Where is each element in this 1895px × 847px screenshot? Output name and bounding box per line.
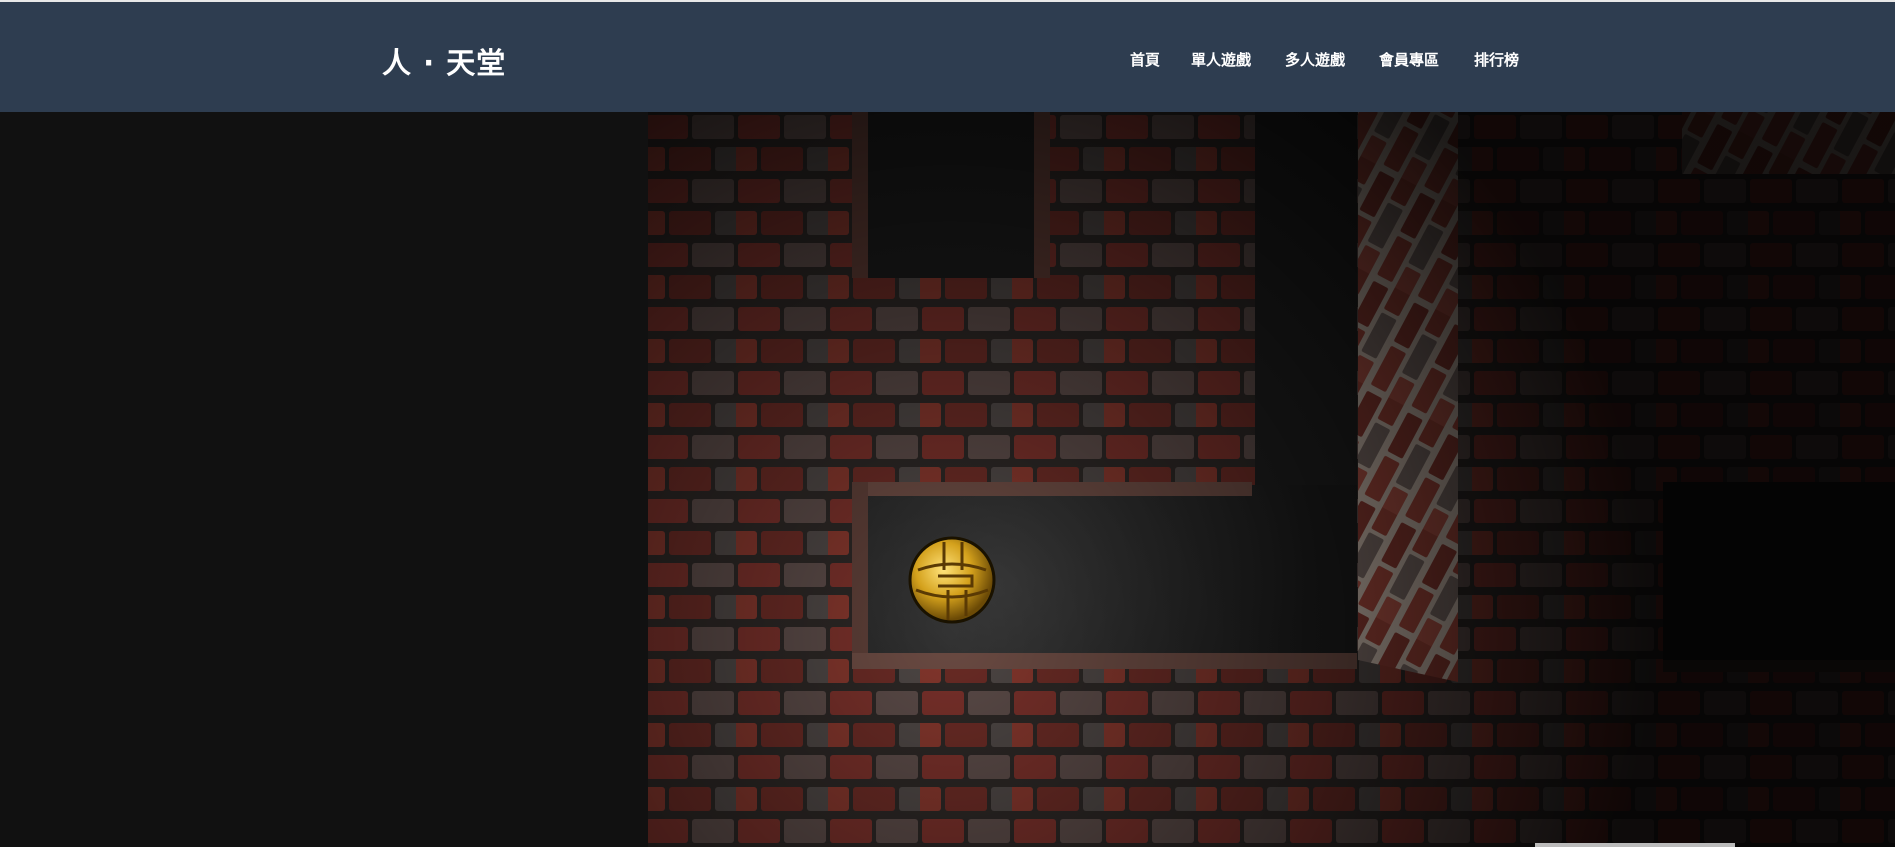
nav-single-player[interactable]: 單人遊戲 (1191, 49, 1251, 70)
top-navbar: 人 · 天堂 首頁 單人遊戲 多人遊戲 會員專區 排行榜 (0, 0, 1895, 112)
nav-member-area[interactable]: 會員專區 (1379, 49, 1439, 70)
left-void (0, 112, 648, 847)
nav-multi-player[interactable]: 多人遊戲 (1285, 49, 1345, 70)
nav-leaderboard[interactable]: 排行榜 (1474, 49, 1519, 70)
game-canvas[interactable] (0, 112, 1895, 847)
nav-home[interactable]: 首頁 (1130, 49, 1160, 70)
site-brand[interactable]: 人 · 天堂 (382, 40, 506, 82)
golden-ball-icon (908, 536, 996, 624)
